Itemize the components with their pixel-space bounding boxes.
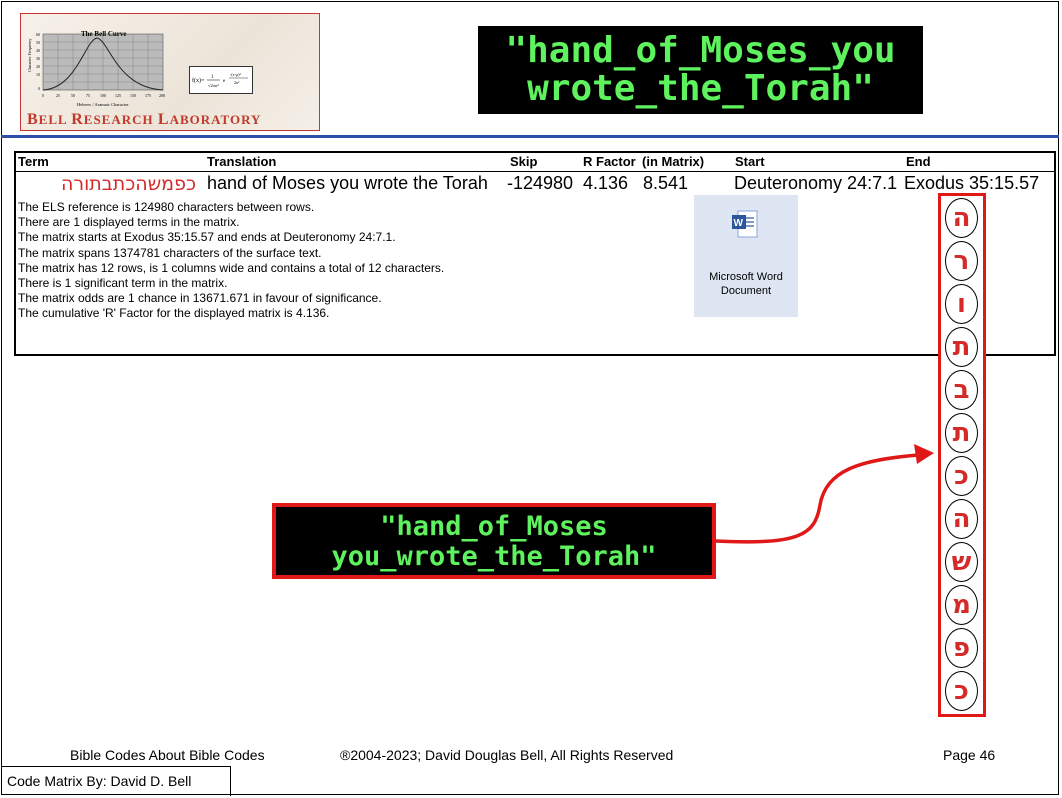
header-translation: Translation [207,154,277,169]
matrix-letter: פ [945,628,978,668]
svg-text:30: 30 [36,56,40,61]
svg-text:50: 50 [36,40,40,45]
matrix-letter: ש [945,542,978,582]
matrix-letter: ה [945,198,978,238]
svg-text:0: 0 [42,93,44,98]
svg-text:√2πσ²: √2πσ² [208,83,219,88]
svg-text:-(x-μ)²: -(x-μ)² [230,72,241,77]
note-line: There are 1 displayed terms in the matri… [18,215,240,230]
note-line: The matrix has 12 rows, is 1 columns wid… [18,260,445,275]
matrix-letter: ת [945,327,978,367]
svg-text:0: 0 [38,86,40,91]
header-r-factor: R Factor [583,154,636,169]
bell-formula-icon: f(x)= 1 √2πσ² e -(x-μ)² 2σ² [189,66,253,94]
svg-text:125: 125 [115,93,121,98]
footer-credit: Code Matrix By: David D. Bell [1,766,231,796]
matrix-letter: ת [945,413,978,453]
callout-line-1: "hand_of_Moses [380,511,608,542]
bell-research-logo: Character Frequency Hebrew / Aramaic Cha… [20,13,320,131]
term-r-factor: 4.136 [583,173,629,193]
svg-text:75: 75 [86,93,90,98]
matrix-letter: ו [945,284,978,324]
header-underline [16,171,1054,172]
callout-line-2: you_wrote_the_Torah" [331,541,657,572]
header-start: Start [735,154,765,169]
note-line: The cumulative 'R' Factor for the displa… [18,306,330,321]
svg-text:25: 25 [56,93,60,98]
svg-text:50: 50 [71,93,75,98]
matrix-letter: מ [945,585,978,625]
term-callout: "hand_of_Moses you_wrote_the_Torah" [272,503,716,579]
footer-copyright: ®2004-2023; David Douglas Bell, All Righ… [340,747,674,763]
note-line: The matrix odds are 1 chance in 13671.67… [18,291,382,306]
matrix-letter: כ [945,671,978,711]
svg-text:1: 1 [211,75,214,80]
embedded-object-label: Microsoft Word Document [709,271,783,297]
title-line-2: wrote_the_Torah" [527,68,874,109]
page-title-banner: "hand_of_Moses_you wrote_the_Torah" [478,26,923,114]
term-skip: -124980 [507,173,574,193]
logo-chart-title: The Bell Curve [81,30,127,38]
note-line: The matrix spans 1374781 characters of t… [18,245,322,260]
header-in-matrix: (in Matrix) [642,154,705,169]
svg-text:150: 150 [130,93,136,98]
logo-brand-text: BELL RESEARCH LABORATORY [27,111,262,128]
els-results-panel: Term Translation Skip R Factor (in Matri… [14,151,1056,356]
matrix-letter-column: ה ר ו ת ב ת כ ה ש מ פ כ [938,193,986,717]
matrix-letter: ב [945,370,978,410]
header-end: End [906,154,931,169]
matrix-letter: כ [945,456,978,496]
svg-text:100: 100 [100,93,106,98]
matrix-notes: The ELS reference is 124980 characters b… [18,200,444,322]
embedded-word-document[interactable]: W Microsoft Word Document [694,195,798,317]
header-skip: Skip [510,154,538,169]
logo-y-label: Character Frequency [27,39,32,72]
svg-text:40: 40 [36,48,40,53]
term-translation: hand of Moses you wrote the Torah [207,173,488,193]
note-line: There is 1 significant term in the matri… [18,276,228,291]
term-start: Deuteronomy 24:7.1 [734,173,898,193]
svg-text:60: 60 [36,32,40,37]
svg-text:175: 175 [145,93,151,98]
term-hebrew: כפמשהכתבתורה [60,173,196,195]
header-divider [1,135,1059,138]
matrix-letter: ה [945,499,978,539]
header-term: Term [18,154,49,169]
note-line: The matrix starts at Exodus 35:15.57 and… [18,230,396,245]
term-end: Exodus 35:15.57 [904,173,1040,193]
footer-page-number: Page 46 [943,747,996,763]
svg-text:W: W [734,218,744,229]
svg-text:f(x)=: f(x)= [192,77,205,84]
footer-left: Bible Codes About Bible Codes [70,747,265,763]
svg-text:2σ²: 2σ² [234,80,240,85]
matrix-letter: ר [945,241,978,281]
svg-text:10: 10 [36,72,40,77]
word-document-icon: W [732,210,758,238]
title-line-1: "hand_of_Moses_you [505,30,896,71]
svg-text:200: 200 [159,93,165,98]
term-in-matrix: 8.541 [643,173,689,193]
note-line: The ELS reference is 124980 characters b… [18,200,315,214]
svg-text:e: e [223,79,226,84]
logo-x-label: Hebrew / Aramaic Character [77,102,129,107]
svg-text:20: 20 [36,64,40,69]
